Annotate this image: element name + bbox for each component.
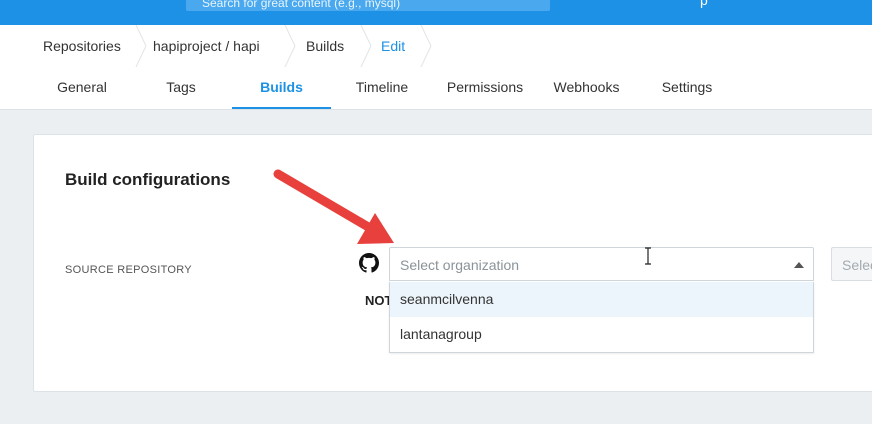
caret-up-icon: [794, 262, 804, 268]
breadcrumb-separator-icon: [283, 25, 297, 67]
organization-dropdown: seanmcilvenna lantanagroup: [389, 282, 814, 353]
breadcrumb-separator-icon: [419, 25, 433, 67]
breadcrumb: Repositories hapiproject / hapi Builds E…: [0, 25, 872, 68]
user-menu[interactable]: p: [700, 0, 708, 8]
breadcrumb-edit: Edit: [381, 38, 406, 54]
build-configurations-heading: Build configurations: [65, 170, 231, 189]
organization-option-lantanagroup[interactable]: lantanagroup: [390, 317, 813, 352]
breadcrumb-repo-name[interactable]: hapiproject / hapi: [153, 25, 260, 67]
repo-tabs: General Tags Builds Timeline Permissions…: [0, 67, 872, 110]
tab-settings[interactable]: Settings: [650, 67, 724, 109]
breadcrumb-separator-icon: [359, 25, 373, 67]
top-nav-bar: Search for great content (e.g., mysql) p: [0, 0, 872, 25]
organization-select-placeholder: Select organization: [400, 257, 520, 273]
tab-builds[interactable]: Builds: [232, 67, 331, 109]
tab-permissions[interactable]: Permissions: [437, 67, 533, 109]
global-search-input[interactable]: Search for great content (e.g., mysql): [186, 0, 550, 11]
breadcrumb-repositories[interactable]: Repositories: [43, 25, 121, 67]
breadcrumb-builds[interactable]: Builds: [306, 25, 344, 67]
source-repository-label: SOURCE REPOSITORY: [65, 264, 192, 276]
text-cursor-icon: [643, 247, 653, 265]
global-search-text: Search for great content (e.g., mysql): [202, 0, 401, 10]
tab-tags[interactable]: Tags: [142, 67, 220, 109]
breadcrumb-separator-icon: [134, 25, 148, 67]
github-icon: [359, 253, 379, 273]
organization-select[interactable]: Select organization: [389, 247, 814, 281]
repository-select[interactable]: Select: [831, 247, 872, 281]
tab-timeline[interactable]: Timeline: [342, 67, 422, 109]
tab-general[interactable]: General: [43, 67, 121, 109]
red-arrow-annotation: [268, 160, 408, 255]
tab-webhooks[interactable]: Webhooks: [545, 67, 628, 109]
repository-select-placeholder: Select: [842, 257, 872, 273]
organization-option-seanmcilvenna[interactable]: seanmcilvenna: [390, 282, 813, 317]
